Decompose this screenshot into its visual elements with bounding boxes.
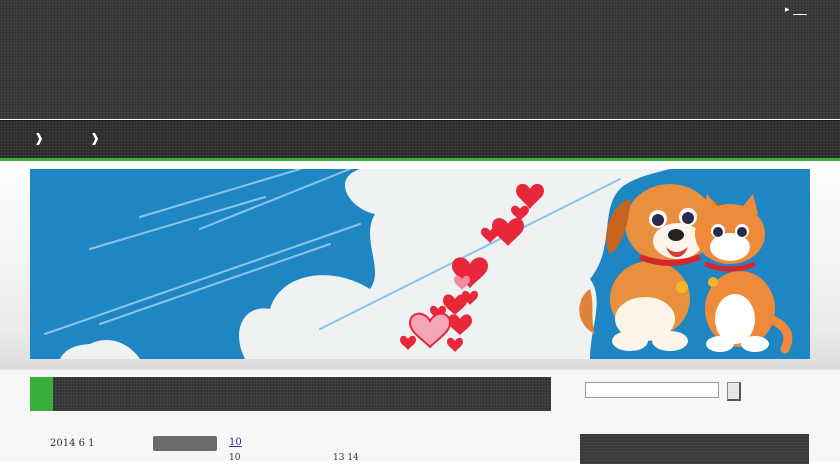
nav-item-1[interactable]: ❱ bbox=[34, 131, 44, 145]
post-meta-left: 10 bbox=[229, 453, 241, 463]
search-button[interactable] bbox=[727, 382, 741, 401]
entry-title-bar bbox=[30, 377, 551, 411]
site-header bbox=[0, 0, 840, 119]
entry-title-accent bbox=[30, 377, 53, 411]
post-title-link[interactable]: 10 bbox=[229, 437, 283, 448]
nav-item-2[interactable]: ❱ bbox=[90, 131, 100, 145]
post-date: 2014 6 1 bbox=[50, 438, 95, 449]
top-link[interactable]: ▸ bbox=[785, 5, 807, 15]
top-link-underline bbox=[792, 5, 807, 15]
search-input[interactable] bbox=[585, 382, 719, 398]
post-category-badge[interactable] bbox=[153, 436, 217, 451]
arrow-right-icon: ▸ bbox=[785, 5, 790, 15]
dog-and-cat-illustration-icon bbox=[30, 169, 810, 359]
post-meta-right: 13 14 bbox=[333, 453, 359, 463]
global-nav bbox=[0, 120, 840, 159]
header-banner-image[interactable] bbox=[30, 169, 810, 359]
